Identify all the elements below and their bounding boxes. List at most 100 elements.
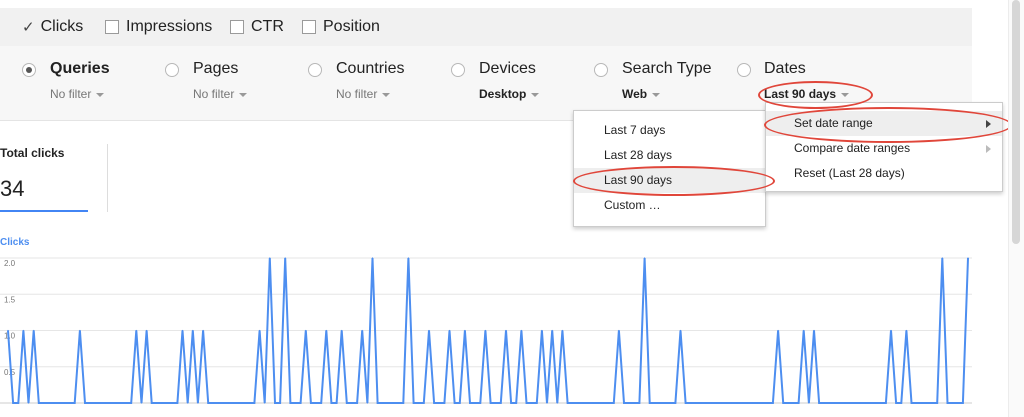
metric-position[interactable]: Position — [302, 18, 380, 36]
data-point — [664, 402, 666, 404]
caret-down-icon — [382, 92, 391, 97]
menu-item-last-90-days[interactable]: Last 90 days — [574, 168, 765, 193]
data-point — [310, 402, 312, 404]
menu-item-last-28-days[interactable]: Last 28 days — [574, 143, 765, 168]
data-point — [803, 329, 805, 332]
menu-item-set-date-range[interactable]: Set date range — [766, 111, 1002, 136]
radio-icon[interactable] — [165, 63, 179, 77]
dimension-devices-filter[interactable]: Desktop — [479, 87, 540, 101]
submenu-arrow-icon — [986, 145, 991, 153]
data-point — [705, 402, 707, 404]
data-point — [341, 329, 343, 332]
radio-selected-icon[interactable] — [22, 63, 36, 77]
menu-item-label: Set date range — [794, 116, 873, 130]
metric-impressions[interactable]: Impressions — [105, 18, 212, 36]
dimension-pages-filter[interactable]: No filter — [193, 87, 248, 101]
data-point — [741, 402, 743, 404]
data-point — [269, 257, 271, 259]
checkbox-icon[interactable] — [230, 20, 244, 34]
data-point — [931, 402, 933, 404]
data-point — [223, 402, 225, 404]
data-point — [161, 402, 163, 404]
data-point — [756, 402, 759, 404]
data-point — [751, 402, 754, 404]
data-point — [844, 402, 846, 404]
data-point — [490, 402, 492, 404]
checkbox-icon[interactable] — [302, 20, 316, 34]
metrics-bar: ✓ Clicks Impressions CTR Position — [0, 8, 972, 47]
data-point — [7, 329, 9, 332]
data-point — [418, 402, 420, 404]
menu-item-reset[interactable]: Reset (Last 28 days) — [766, 161, 1002, 186]
menu-item-compare-date-ranges[interactable]: Compare date ranges — [766, 136, 1002, 161]
data-point — [156, 402, 158, 404]
data-point — [387, 402, 389, 404]
dimension-search-type-filter[interactable]: Web — [622, 87, 661, 101]
data-point — [531, 402, 533, 404]
data-point — [875, 402, 877, 404]
data-point — [279, 402, 281, 404]
data-point — [715, 402, 718, 404]
scrollbar-thumb[interactable] — [1012, 0, 1020, 244]
menu-item-custom[interactable]: Custom … — [574, 193, 765, 218]
dimension-search-type-label: Search Type — [622, 60, 712, 77]
data-point — [520, 329, 523, 332]
data-point — [962, 402, 964, 404]
data-point — [264, 402, 266, 404]
data-point — [43, 402, 45, 404]
submenu-arrow-icon — [986, 120, 991, 128]
data-point — [79, 329, 81, 332]
data-point — [300, 402, 302, 404]
data-point — [336, 402, 338, 404]
data-point — [346, 402, 348, 404]
data-point — [366, 402, 368, 404]
data-point — [33, 329, 35, 332]
radio-icon[interactable] — [594, 63, 608, 77]
data-point — [638, 402, 641, 404]
radio-icon[interactable] — [451, 63, 465, 77]
data-point — [495, 402, 497, 404]
data-point — [27, 402, 30, 404]
data-point — [253, 402, 255, 404]
data-point — [833, 402, 836, 404]
data-point — [967, 257, 969, 259]
data-point — [582, 402, 584, 404]
data-point — [510, 402, 512, 404]
radio-icon[interactable] — [737, 63, 751, 77]
metric-clicks[interactable]: ✓ Clicks — [22, 18, 83, 36]
data-point — [140, 402, 143, 404]
checkbox-icon[interactable] — [105, 20, 119, 34]
data-point — [685, 402, 687, 404]
data-point — [561, 329, 564, 332]
data-point — [936, 402, 938, 404]
dimension-dates-filter[interactable]: Last 90 days — [764, 87, 850, 101]
data-point — [905, 329, 908, 332]
data-point — [839, 402, 841, 404]
data-point — [669, 402, 671, 404]
y-tick-label: 1.5 — [4, 295, 16, 304]
caret-down-icon — [652, 92, 661, 97]
data-point — [371, 257, 374, 259]
data-point — [289, 402, 291, 404]
dimension-queries-filter[interactable]: No filter — [50, 87, 105, 101]
data-point — [474, 402, 476, 404]
filter-value: No filter — [193, 87, 235, 101]
metric-ctr[interactable]: CTR — [230, 18, 284, 36]
data-point — [469, 402, 471, 404]
data-point — [171, 402, 173, 404]
data-point — [726, 402, 728, 404]
data-point — [325, 329, 327, 332]
data-point — [587, 402, 589, 404]
data-point — [228, 402, 230, 404]
data-point — [551, 329, 553, 332]
data-point — [649, 402, 651, 404]
data-point — [305, 329, 307, 332]
data-point — [798, 402, 800, 404]
radio-icon[interactable] — [308, 63, 322, 77]
data-point — [633, 402, 635, 404]
menu-item-last-7-days[interactable]: Last 7 days — [574, 118, 765, 143]
data-point — [782, 402, 784, 404]
data-point — [448, 329, 451, 332]
dimension-countries-filter[interactable]: No filter — [336, 87, 391, 101]
data-point — [197, 402, 199, 404]
